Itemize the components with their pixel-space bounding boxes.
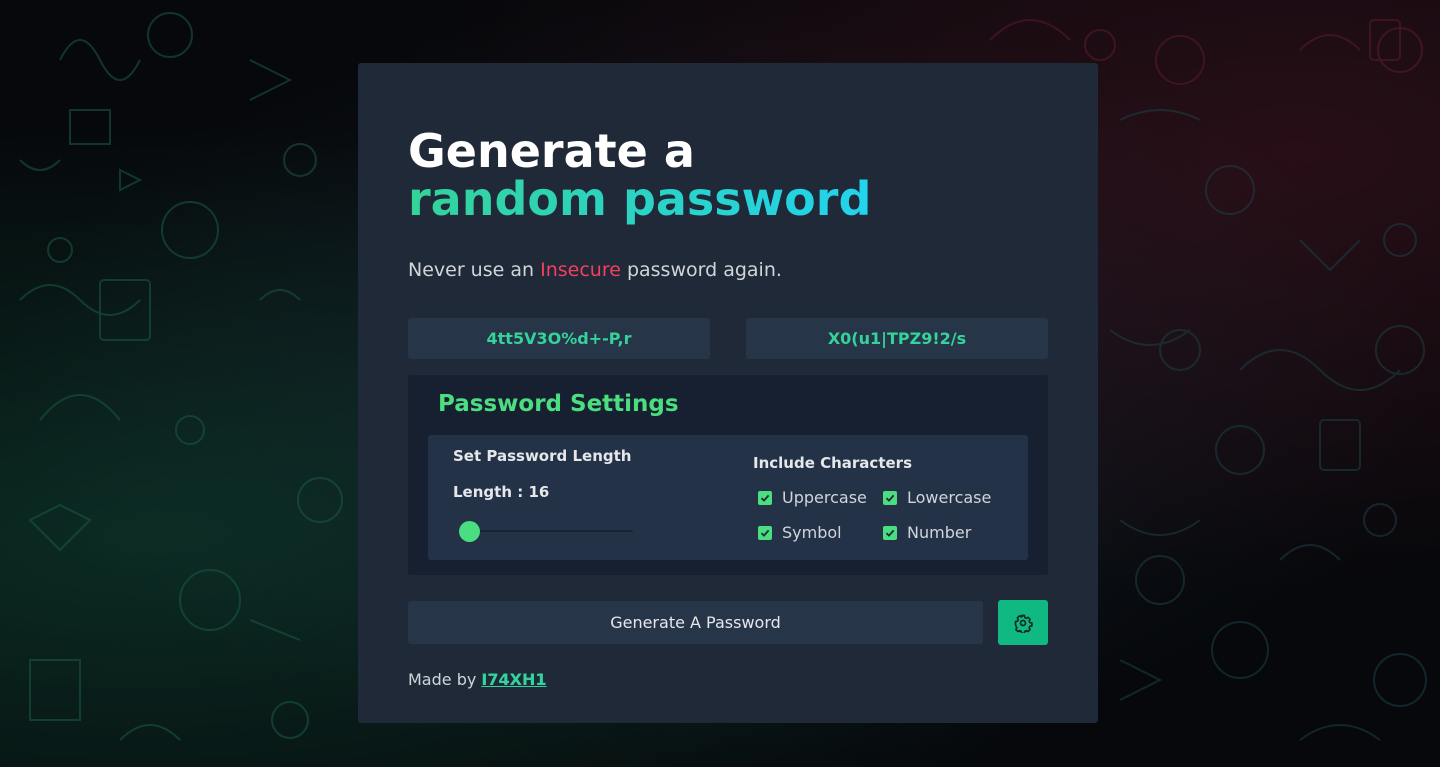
checkbox-symbol[interactable]: Symbol: [758, 523, 842, 542]
checkbox-symbol-box[interactable]: [758, 525, 772, 540]
settings-title: Password Settings: [438, 391, 679, 417]
title-line-2: random password: [408, 172, 872, 226]
checkbox-symbol-label: Symbol: [782, 523, 842, 542]
checkbox-uppercase[interactable]: Uppercase: [758, 488, 867, 507]
gear-icon: [1014, 614, 1033, 633]
settings-body: Set Password Length Length : 16 Include …: [428, 435, 1028, 560]
footer-made-by: Made by: [408, 670, 477, 689]
checkbox-number[interactable]: Number: [883, 523, 971, 542]
password-output-2[interactable]: X0(u1|TPZ9!2/s: [746, 318, 1048, 359]
settings-toggle-button[interactable]: [998, 600, 1048, 645]
checkbox-lowercase-box[interactable]: [883, 490, 897, 505]
checkbox-uppercase-label: Uppercase: [782, 488, 867, 507]
include-label: Include Characters: [753, 454, 912, 472]
check-icon: [760, 494, 770, 502]
footer: Made by I74XH1: [408, 670, 547, 689]
checkbox-lowercase[interactable]: Lowercase: [883, 488, 991, 507]
check-icon: [760, 529, 770, 537]
length-value: Length : 16: [453, 483, 550, 501]
checkbox-number-label: Number: [907, 523, 972, 542]
password-output-1[interactable]: 4tt5V3O%d+-P,r: [408, 318, 710, 359]
subtitle: Never use an Insecure password again.: [408, 259, 782, 281]
check-icon: [885, 494, 895, 502]
settings-panel: Password Settings Set Password Length Le…: [408, 375, 1048, 575]
title-line-1: Generate a: [408, 124, 695, 178]
generate-password-button[interactable]: Generate A Password: [408, 601, 983, 644]
length-slider-thumb[interactable]: [459, 521, 480, 542]
author-link[interactable]: I74XH1: [481, 670, 546, 689]
check-icon: [885, 529, 895, 537]
length-label: Set Password Length: [453, 447, 632, 465]
generator-card: Generate a random password Never use an …: [358, 63, 1098, 723]
page-title: Generate a random password: [408, 127, 871, 223]
subtitle-after: password again.: [620, 259, 782, 281]
subtitle-before: Never use an: [408, 259, 541, 281]
subtitle-highlight: Insecure: [540, 259, 621, 281]
checkbox-number-box[interactable]: [883, 525, 897, 540]
checkbox-lowercase-label: Lowercase: [907, 488, 992, 507]
checkbox-uppercase-box[interactable]: [758, 490, 772, 505]
length-slider-track[interactable]: [462, 530, 633, 532]
